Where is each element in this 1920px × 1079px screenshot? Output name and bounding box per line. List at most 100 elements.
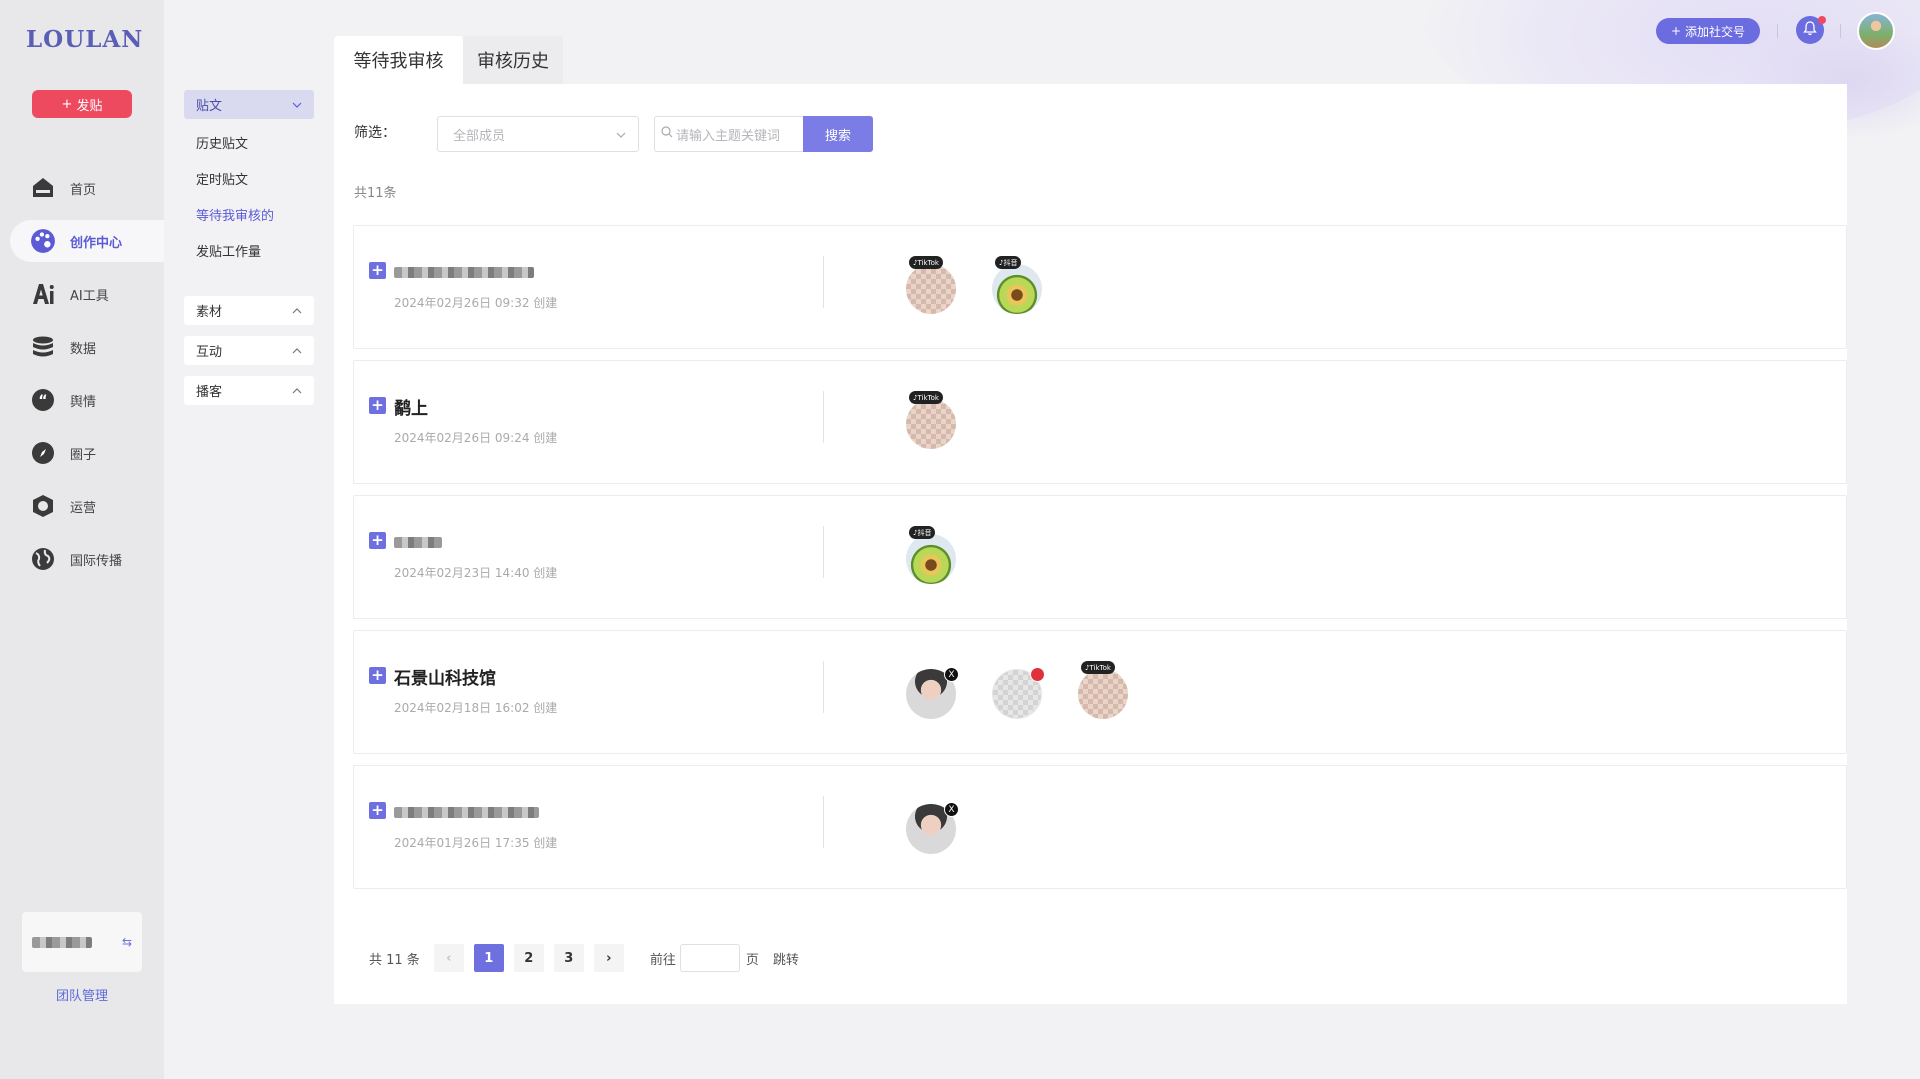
chevron-up-icon [292, 303, 302, 318]
nav-item-data[interactable]: 数据 [10, 326, 164, 368]
nav-item-international[interactable]: 国际传播 [10, 538, 164, 580]
post-title-blurred [394, 263, 534, 282]
account-avatar-tiktok[interactable]: ♪ TikTok [1078, 661, 1128, 719]
x-logo-icon: X [944, 667, 959, 682]
jump-button[interactable]: 跳转 [773, 949, 799, 968]
tab-pending-review[interactable]: 等待我审核 [334, 36, 463, 84]
palette-icon [30, 228, 56, 254]
account-avatar-douyin[interactable]: ♪ 抖音 [906, 526, 956, 584]
prev-page-button[interactable]: ‹ [433, 944, 464, 972]
nav-item-home[interactable]: 首页 [10, 167, 164, 209]
ai-icon [30, 281, 56, 307]
expand-icon[interactable]: + [369, 802, 386, 819]
team-management-link[interactable]: 团队管理 [0, 985, 164, 1004]
avatar [906, 264, 956, 314]
nav-label: 圈子 [70, 447, 97, 463]
search-button[interactable]: 搜索 [803, 116, 873, 152]
bell-icon [1803, 20, 1817, 40]
nav-item-circles[interactable]: 圈子 [10, 432, 164, 474]
nav-item-ai-tools[interactable]: AI工具 [10, 273, 164, 315]
nav-item-operations[interactable]: 运营 [10, 485, 164, 527]
douyin-badge: ♪ 抖音 [909, 526, 936, 539]
nav-item-creation-center[interactable]: 创作中心 [10, 220, 164, 262]
member-select-value: 全部成员 [453, 128, 506, 144]
submenu-item-scheduled[interactable]: 定时贴文 [184, 160, 314, 196]
post-card[interactable]: + 石景山科技馆 2024年02月18日 16:02 创建 X ♪ TikTok [353, 630, 1847, 754]
submenu-broadcast[interactable]: 播客 [184, 376, 314, 405]
page-unit-label: 页 [745, 952, 759, 968]
member-select[interactable]: 全部成员 [437, 116, 639, 152]
chevron-down-icon [616, 127, 626, 142]
nav-label: 国际传播 [70, 553, 123, 569]
account-avatar-x[interactable]: X [906, 667, 959, 719]
post-date: 2024年02月26日 09:32 创建 [394, 296, 558, 310]
chevron-left-icon: ‹ [446, 950, 452, 966]
team-switcher[interactable]: ⇆ [22, 912, 142, 972]
nav-label: 首页 [70, 182, 97, 198]
account-avatar-tiktok[interactable]: ♪ TikTok [906, 256, 956, 314]
page-button-3[interactable]: 3 [553, 944, 584, 972]
post-date: 2024年01月26日 17:35 创建 [394, 836, 558, 850]
chevron-up-icon [292, 383, 302, 398]
pagination: 共 11 条 ‹ 1 2 3 › 前往 页 跳转 [369, 944, 799, 972]
home-icon [30, 175, 56, 201]
main-panel: 筛选： 全部成员 请输入主题关键词 搜索 共11条 + 2024年02月26日 … [334, 84, 1847, 1004]
post-card[interactable]: + 2024年02月23日 14:40 创建 ♪ 抖音 [353, 495, 1847, 619]
app-logo[interactable]: LOULAN [26, 26, 143, 53]
account-avatar-douyin[interactable]: ♪ 抖音 [992, 256, 1042, 314]
expand-icon[interactable]: + [369, 397, 386, 414]
goto-page-input[interactable] [679, 944, 740, 972]
page-button-1[interactable]: 1 [473, 944, 504, 972]
total-count: 共11条 [354, 186, 397, 201]
add-social-account-button[interactable]: + 添加社交号 [1656, 18, 1760, 44]
switch-icon: ⇆ [121, 935, 132, 949]
submenu-item-pending-review[interactable]: 等待我审核的 [184, 196, 314, 232]
expand-icon[interactable]: + [369, 532, 386, 549]
avatar [1078, 669, 1128, 719]
avatar [992, 264, 1042, 314]
operations-icon [30, 493, 56, 519]
nav-label: 创作中心 [70, 235, 123, 251]
search-input[interactable]: 请输入主题关键词 [654, 116, 804, 152]
database-icon [30, 334, 56, 360]
new-post-label: 发贴 [76, 98, 103, 114]
next-page-button[interactable]: › [593, 944, 624, 972]
submenu-interaction[interactable]: 互动 [184, 336, 314, 365]
tab-review-history[interactable]: 审核历史 [463, 36, 563, 84]
account-avatar-x[interactable]: X [906, 802, 959, 854]
expand-icon[interactable]: + [369, 262, 386, 279]
divider [1777, 24, 1778, 38]
account-avatar-xiaohongshu[interactable] [992, 667, 1045, 719]
account-avatar-tiktok[interactable]: ♪ TikTok [906, 391, 956, 449]
page-button-2[interactable]: 2 [513, 944, 544, 972]
filter-label: 筛选： [354, 125, 396, 141]
submenu-materials[interactable]: 素材 [184, 296, 314, 325]
user-avatar[interactable] [1857, 12, 1895, 50]
goto-label: 前往 [649, 952, 676, 968]
plus-icon: + [61, 96, 73, 112]
team-name-blurred [32, 936, 92, 948]
chevron-down-icon [292, 97, 302, 112]
divider [823, 526, 824, 578]
divider [823, 391, 824, 443]
nav-label: 数据 [70, 341, 97, 357]
submenu-broadcast-label: 播客 [196, 385, 223, 400]
submenu-item-history[interactable]: 历史贴文 [184, 124, 314, 160]
nav-label: 舆情 [70, 394, 97, 410]
avatar [906, 399, 956, 449]
submenu-posts-header[interactable]: 贴文 [184, 90, 314, 119]
post-card[interactable]: + 鹬上 2024年02月26日 09:24 创建 ♪ TikTok [353, 360, 1847, 484]
new-post-button[interactable]: + 发贴 [32, 90, 132, 118]
post-card[interactable]: + 2024年01月26日 17:35 创建 X [353, 765, 1847, 889]
post-card[interactable]: + 2024年02月26日 09:32 创建 ♪ TikTok ♪ 抖音 [353, 225, 1847, 349]
search-placeholder: 请输入主题关键词 [676, 128, 781, 144]
globe-icon [30, 546, 56, 572]
divider [823, 256, 824, 308]
submenu-posts-label: 贴文 [196, 99, 223, 114]
nav-item-public-opinion[interactable]: “ 舆情 [10, 379, 164, 421]
chevron-up-icon [292, 343, 302, 358]
expand-icon[interactable]: + [369, 667, 386, 684]
xiaohongshu-logo-icon [1030, 667, 1045, 682]
submenu-item-workload[interactable]: 发贴工作量 [184, 232, 314, 268]
post-title-blurred [394, 533, 442, 552]
